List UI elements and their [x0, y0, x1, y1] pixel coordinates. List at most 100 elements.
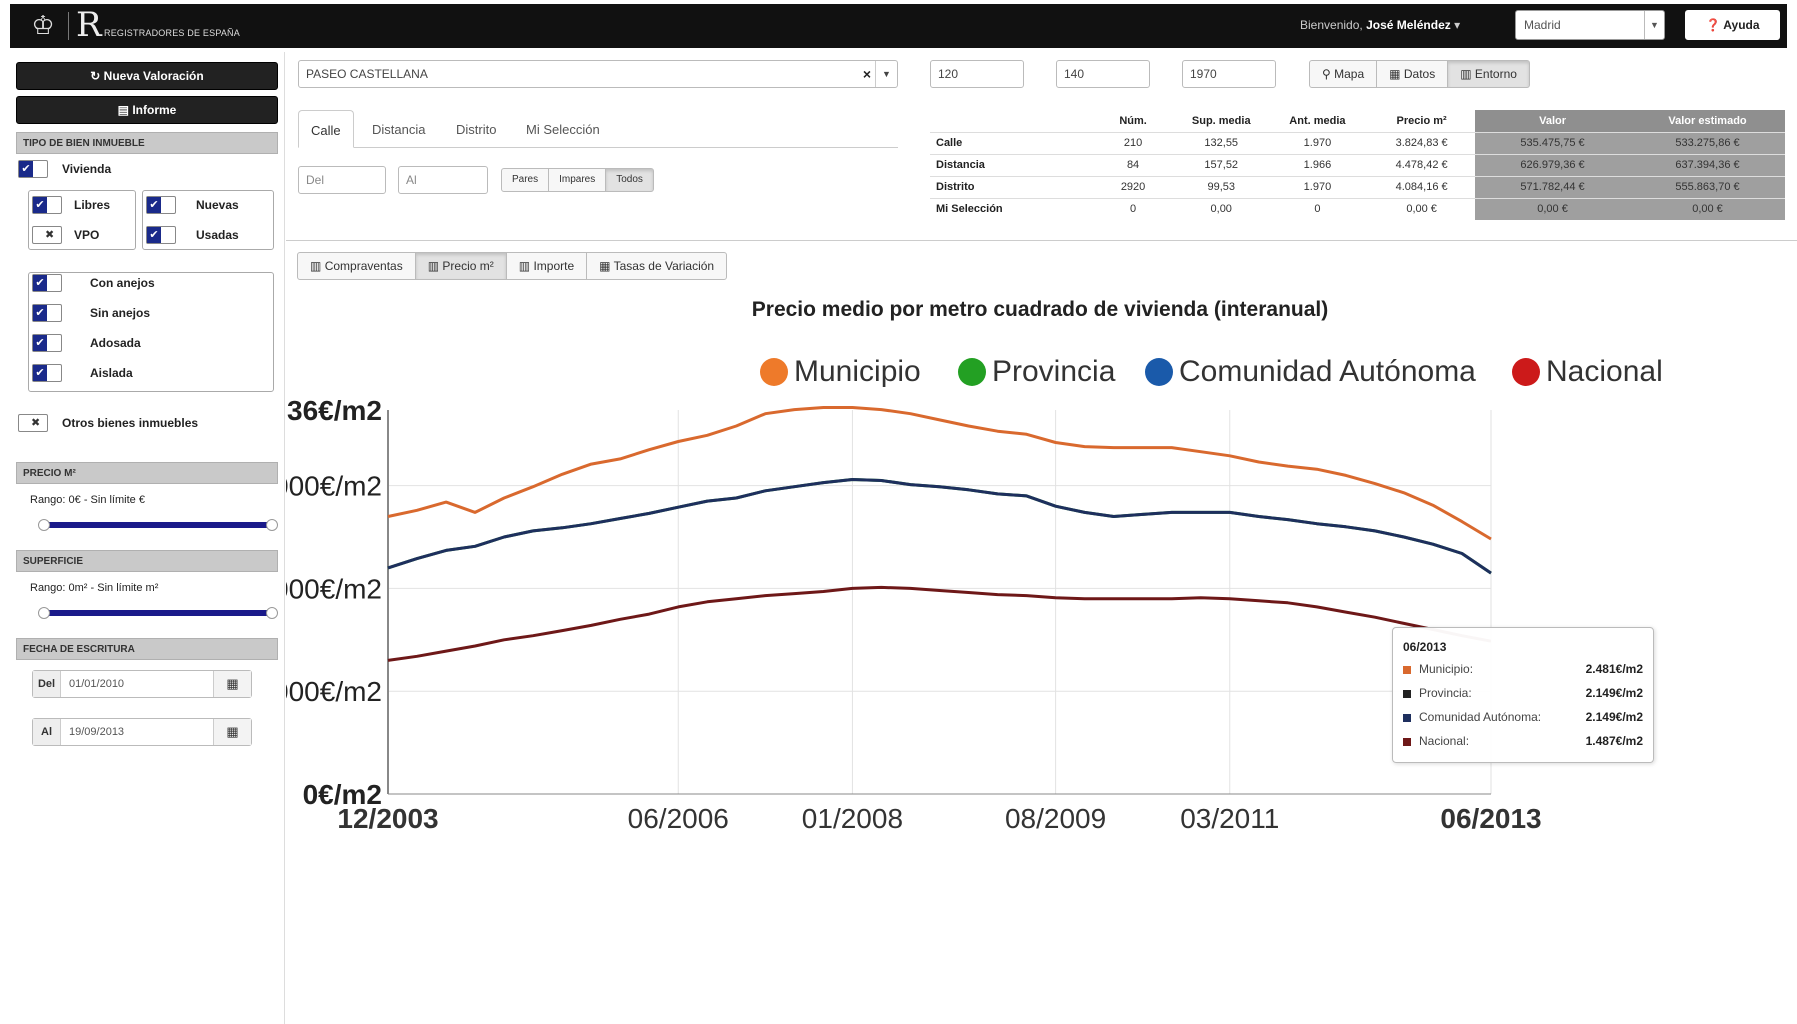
con-anejos-checkbox[interactable]: ✔ [32, 274, 62, 292]
bar-chart-icon: ▥ [427, 259, 440, 273]
table-row: Distancia 84 157,52 1.966 4.478,42 € 626… [930, 153, 1785, 176]
price-slider-max-handle[interactable] [266, 519, 278, 531]
libres-checkbox[interactable]: ✔ [32, 196, 62, 214]
clear-icon[interactable]: × [863, 66, 871, 82]
tab-distrito[interactable]: Distrito [444, 110, 508, 148]
con-anejos-label: Con anejos [90, 276, 155, 290]
x-tick-label: 08/2009 [1005, 803, 1106, 834]
tab-calle[interactable]: Calle [298, 110, 354, 148]
stats-header-empty [930, 110, 1090, 132]
x-tick-label: 06/2006 [628, 803, 729, 834]
surface-slider-min-handle[interactable] [38, 607, 50, 619]
date-from-value[interactable]: 01/01/2010 [69, 678, 124, 690]
legend-label: Nacional [1546, 355, 1663, 388]
chevron-down-icon[interactable]: ▼ [875, 61, 897, 87]
data-button[interactable]: ▦ Datos [1376, 60, 1449, 88]
table-cell: 0 [1090, 197, 1176, 220]
tooltip-value: 2.149€/m2 [1585, 710, 1643, 724]
region-select[interactable]: Madrid ▼ [1515, 10, 1665, 40]
aislada-checkbox[interactable]: ✔ [32, 364, 62, 382]
price-slider-min-handle[interactable] [38, 519, 50, 531]
impares-button[interactable]: Impares [548, 168, 607, 192]
legend-item-comunidad[interactable]: Comunidad Autónoma [1145, 355, 1476, 389]
legend-item-provincia[interactable]: Provincia [958, 355, 1115, 389]
logo-divider [68, 12, 69, 40]
legend-item-municipio[interactable]: Municipio [760, 355, 921, 389]
x-tick-label: 12/2003 [337, 803, 438, 834]
street-input[interactable]: PASEO CASTELLANA × ▼ [298, 60, 898, 88]
aislada-label: Aislada [90, 366, 133, 380]
chart-icon: ▥ [1460, 67, 1472, 81]
vpo-label: VPO [74, 228, 100, 242]
table-icon: ▦ [1389, 67, 1401, 81]
table-icon: ▦ [599, 259, 611, 273]
tooltip-row: Nacional: 1.487€/m2 [1403, 734, 1643, 752]
tab-distancia[interactable]: Distancia [360, 110, 437, 148]
table-cell: 84 [1090, 153, 1176, 176]
date-to-label: Al [33, 719, 61, 745]
otros-checkbox[interactable]: ✖ [18, 414, 48, 432]
number-del-input[interactable]: Del [298, 166, 386, 194]
number-al-input[interactable]: Al [398, 166, 488, 194]
date-to-value[interactable]: 19/09/2013 [69, 726, 124, 738]
tab-importe-label: Importe [533, 259, 575, 273]
user-menu[interactable]: Bienvenido, José Meléndez ▾ [1300, 18, 1460, 32]
table-cell: 3.824,83 € [1368, 131, 1476, 154]
table-cell: 1.966 [1266, 153, 1369, 176]
legend-dot [1512, 358, 1540, 386]
todos-button[interactable]: Todos [605, 168, 654, 192]
surface-slider[interactable] [38, 607, 278, 619]
vivienda-checkbox[interactable]: ✔ [18, 160, 48, 178]
calendar-icon[interactable]: ▦ [213, 719, 251, 745]
table-cell: 637.394,36 € [1630, 153, 1785, 176]
price-header: PRECIO M² [16, 462, 278, 484]
app-window: ♔ R REGISTRADORES DE ESPAÑA Bienvenido, … [0, 0, 1797, 1024]
adosada-checkbox[interactable]: ✔ [32, 334, 62, 352]
area-tabs: Calle Distancia Distrito Mi Selección [298, 110, 898, 148]
legend-item-nacional[interactable]: Nacional [1512, 355, 1663, 389]
tab-mi-seleccion[interactable]: Mi Selección [514, 110, 612, 148]
calendar-icon[interactable]: ▦ [213, 671, 251, 697]
table-cell: 0,00 € [1475, 197, 1631, 220]
usadas-checkbox[interactable]: ✔ [146, 226, 176, 244]
number-to-input[interactable]: 140 [1056, 60, 1150, 88]
usadas-label: Usadas [196, 228, 239, 242]
tab-importe[interactable]: ▥ Importe [505, 252, 588, 280]
table-row: Calle 210 132,55 1.970 3.824,83 € 535.47… [930, 131, 1785, 154]
report-button[interactable]: ▤ Informe [16, 96, 278, 124]
entorno-button[interactable]: ▥ Entorno [1447, 60, 1530, 88]
number-from-input[interactable]: 120 [930, 60, 1024, 88]
tab-compraventas[interactable]: ▥ Compraventas [297, 252, 416, 280]
tooltip-value: 2.149€/m2 [1585, 686, 1643, 700]
table-cell: 555.863,70 € [1630, 175, 1785, 198]
nuevas-checkbox[interactable]: ✔ [146, 196, 176, 214]
sin-anejos-checkbox[interactable]: ✔ [32, 304, 62, 322]
table-cell: 0 [1266, 197, 1369, 220]
pares-button[interactable]: Pares [501, 168, 550, 192]
chart-tab-group: ▥ Compraventas ▥ Precio m² ▥ Importe ▦ T… [297, 252, 728, 280]
bar-chart-icon: ▥ [518, 259, 531, 273]
new-valuation-button[interactable]: ↻ Nueva Valoración [16, 62, 278, 90]
date-from-field[interactable]: Del 01/01/2010 ▦ [32, 670, 252, 698]
price-range-label: Rango: 0€ - Sin límite € [30, 494, 145, 506]
tab-precio-m2[interactable]: ▥ Precio m² [414, 252, 507, 280]
tab-tasas-variacion[interactable]: ▦ Tasas de Variación [586, 252, 728, 280]
year-input[interactable]: 1970 [1182, 60, 1276, 88]
tooltip-series-name: Provincia: [1419, 686, 1472, 700]
price-slider[interactable] [38, 519, 278, 531]
surface-slider-max-handle[interactable] [266, 607, 278, 619]
document-icon: ▤ [117, 103, 129, 117]
chevron-down-icon[interactable]: ▼ [1644, 11, 1664, 39]
date-to-field[interactable]: Al 19/09/2013 ▦ [32, 718, 252, 746]
map-button[interactable]: ⚲ Mapa [1309, 60, 1378, 88]
vpo-checkbox[interactable]: ✖ [32, 226, 62, 244]
tab-tasas-label: Tasas de Variación [613, 259, 715, 273]
y-tick-label: 3.000€/m2 [286, 471, 382, 502]
data-label: Datos [1403, 67, 1436, 81]
bar-chart-icon: ▥ [310, 259, 322, 273]
table-cell: 132,55 [1175, 131, 1267, 154]
refresh-icon: ↻ [90, 69, 101, 83]
tooltip-row: Comunidad Autónoma: 2.149€/m2 [1403, 710, 1643, 728]
help-button[interactable]: ❓ Ayuda [1685, 10, 1780, 40]
registradores-logo-icon[interactable]: R [76, 6, 102, 44]
